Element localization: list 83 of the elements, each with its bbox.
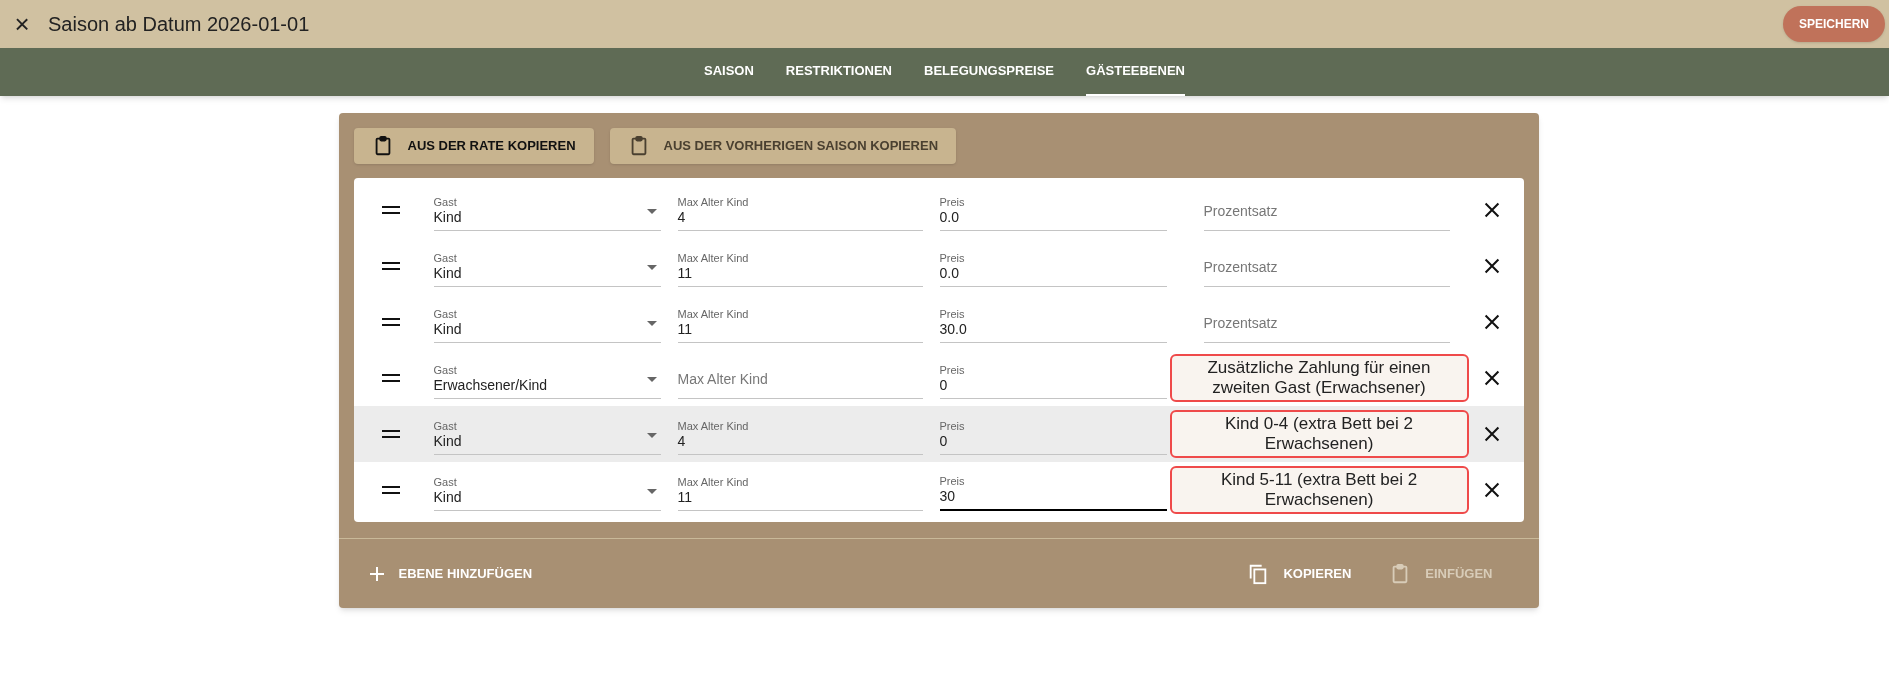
dropdown-caret-icon [646,377,657,382]
max-age-field[interactable]: Max Alter Kind 11 [677,245,923,287]
percent-field[interactable]: Prozentsatz [1203,245,1450,287]
field-value: Kind [433,433,462,450]
max-age-field[interactable]: Max Alter Kind 11 [677,469,923,511]
guest-select[interactable]: Gast Kind [433,413,661,455]
field-value: Kind [433,209,462,226]
field-label: Preis [939,252,966,265]
price-field[interactable]: Preis 30 [939,469,1167,511]
percent-field[interactable]: Prozentsatz [1203,189,1450,231]
tab[interactable]: BELEGUNGSPREISE [924,48,1055,96]
field-label: Max Alter Kind [677,252,750,265]
price-field[interactable]: Preis 0.0 [939,189,1167,231]
field-value: 30.0 [939,321,967,338]
field-label: Gast [433,308,458,321]
tab[interactable]: GÄSTEEBENEN [1086,48,1185,96]
drag-handle-icon[interactable] [381,430,400,438]
field-value: Kind [433,265,462,282]
field-label: Preis [939,420,966,433]
guest-select[interactable]: Gast Kind [433,245,661,287]
field-placeholder: Prozentsatz [1203,203,1279,221]
dropdown-caret-icon [646,209,657,214]
annotation-note: Kind 0-4 (extra Bett bei 2 Erwachsenen) [1169,410,1469,458]
copy-button[interactable]: AUS DER RATE KOPIEREN [353,128,594,164]
tab[interactable]: SAISON [704,48,754,96]
field-label: Gast [433,364,458,377]
guest-select[interactable]: Gast Kind [433,301,661,343]
price-field[interactable]: Preis 0 [939,413,1167,455]
max-age-field[interactable]: Max Alter Kind [677,357,923,399]
field-value: Kind [433,321,462,338]
max-age-field[interactable]: Max Alter Kind 11 [677,301,923,343]
max-age-field[interactable]: Max Alter Kind 4 [677,189,923,231]
dropdown-caret-icon [646,433,657,438]
field-label: Max Alter Kind [677,196,750,209]
field-label: Preis [939,308,966,321]
field-label: Preis [939,475,966,488]
field-value: 11 [677,321,693,338]
field-value: 4 [677,209,686,226]
field-value: 0 [939,377,948,394]
page-title: Saison ab Datum 2026-01-01 [48,12,310,37]
percent-field[interactable]: Prozentsatz [1203,301,1450,343]
drag-handle-icon[interactable] [381,206,400,214]
field-value: 0.0 [939,209,959,226]
field-label: Gast [433,476,458,489]
annotation-note: Kind 5-11 (extra Bett bei 2 Erwachsenen) [1169,466,1469,514]
field-label: Preis [939,196,966,209]
field-value: 11 [677,265,693,282]
field-placeholder: Max Alter Kind [677,371,769,389]
field-value: 11 [677,489,693,506]
max-age-field[interactable]: Max Alter Kind 4 [677,413,923,455]
guest-select[interactable]: Gast Kind [433,189,661,231]
field-value: 30 [939,488,956,505]
drag-handle-icon[interactable] [381,262,400,270]
dropdown-caret-icon [646,489,657,494]
field-label: Gast [433,420,458,433]
annotation-note: Zusätzliche Zahlung für einen zweiten Gast (Erwachsener) [1169,354,1469,402]
tab[interactable]: RESTRIKTIONEN [785,48,892,96]
field-value: 0.0 [939,265,959,282]
drag-handle-icon[interactable] [381,486,400,494]
price-field[interactable]: Preis 30.0 [939,301,1167,343]
field-value: Erwachsener/Kind [433,377,548,394]
field-placeholder: Prozentsatz [1203,259,1279,277]
dropdown-caret-icon [646,321,657,326]
field-label: Gast [433,252,458,265]
field-value: 4 [677,433,686,450]
save-button[interactable]: SPEICHERN [1783,6,1885,42]
field-label: Gast [433,196,458,209]
drag-handle-icon[interactable] [381,374,400,382]
field-value: Kind [433,489,462,506]
field-placeholder: Prozentsatz [1203,315,1279,333]
field-label: Max Alter Kind [677,420,750,433]
field-label: Max Alter Kind [677,476,750,489]
guest-select[interactable]: Gast Erwachsener/Kind [433,357,661,399]
drag-handle-icon[interactable] [381,318,400,326]
guest-select[interactable]: Gast Kind [433,469,661,511]
field-label: Preis [939,364,966,377]
field-label: Max Alter Kind [677,308,750,321]
plus-icon [368,565,385,582]
price-field[interactable]: Preis 0 [939,357,1167,399]
field-value: 0 [939,433,948,450]
dropdown-caret-icon [646,265,657,270]
price-field[interactable]: Preis 0.0 [939,245,1167,287]
close-button[interactable]: × [8,10,36,38]
